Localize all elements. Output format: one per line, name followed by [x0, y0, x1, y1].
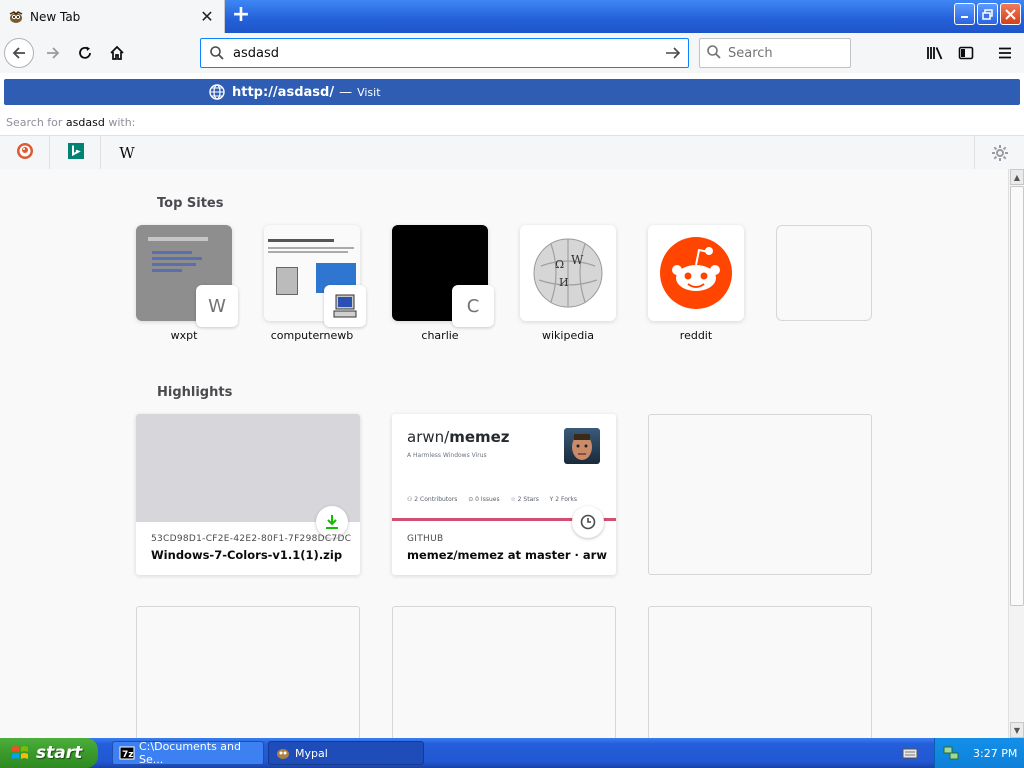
- search-icon: [706, 44, 722, 63]
- mypal-icon: [275, 745, 291, 761]
- duckduckgo-icon: [16, 142, 34, 163]
- preview-description: A Harmless Windows Virus: [407, 452, 487, 459]
- hamburger-menu-icon[interactable]: [990, 38, 1020, 68]
- search-placeholder: Search: [728, 45, 773, 61]
- top-site-tile[interactable]: computernewb: [264, 225, 366, 342]
- card-context: 53CD98D1-CF2E-42E2-80F1-7F298DC7DC1...: [151, 534, 351, 544]
- top-sites-heading: Top Sites: [157, 196, 224, 211]
- empty-highlight-slot: [648, 606, 872, 738]
- tile-label: wikipedia: [541, 329, 594, 342]
- engine-wikipedia[interactable]: W: [102, 136, 152, 169]
- stat-stars: ☆ 2 Stars: [510, 496, 539, 503]
- preview-owner: arwn/: [407, 428, 450, 446]
- bing-icon: [67, 142, 85, 163]
- empty-highlight-slot: [648, 414, 872, 575]
- forward-arrow-icon[interactable]: [38, 38, 68, 68]
- svg-text:Ω: Ω: [555, 258, 564, 271]
- start-button[interactable]: start: [0, 738, 98, 768]
- keyboard-icon[interactable]: [902, 745, 918, 761]
- tile-label: charlie: [421, 329, 459, 342]
- sidebar-icon[interactable]: [951, 38, 981, 68]
- taskbar-item-7zip[interactable]: 7z C:\Documents and Se...: [112, 740, 264, 766]
- avatar: [564, 428, 600, 464]
- engine-duckduckgo[interactable]: [0, 136, 50, 169]
- preview-repo: memez: [449, 428, 510, 446]
- visit-separator: —: [339, 84, 353, 100]
- search-for-label: Search for asdasd with:: [6, 116, 136, 129]
- title-bar: New Tab ✕ +: [0, 0, 1024, 33]
- taskbar-item-mypal[interactable]: Mypal: [268, 741, 424, 765]
- search-bar[interactable]: Search: [699, 38, 851, 68]
- system-tray: 3:27 PM: [934, 738, 1024, 768]
- scroll-up-arrow-icon[interactable]: ▲: [1010, 169, 1024, 185]
- svg-text:7z: 7z: [122, 750, 134, 760]
- taskbar-item-label: Mypal: [295, 746, 328, 760]
- engine-bing[interactable]: [51, 136, 101, 169]
- card-context: GITHUB: [407, 534, 444, 544]
- reddit-icon: [648, 225, 744, 321]
- computer-icon: [324, 285, 366, 327]
- card-title: memez/memez at master · arw...: [407, 548, 607, 562]
- card-title: Windows-7-Colors-v1.1(1).zip: [151, 548, 343, 562]
- wikipedia-globe-icon: Ω W И: [520, 225, 616, 321]
- tab-close-icon[interactable]: ✕: [196, 6, 218, 28]
- highlight-card[interactable]: arwn/memez A Harmless Windows Virus ⚇ 2 …: [392, 414, 616, 575]
- clock: 3:27 PM: [973, 746, 1018, 760]
- top-site-tile[interactable]: Ω W И wikipedia: [520, 225, 616, 342]
- visit-url-row[interactable]: http://asdasd/ — Visit: [4, 79, 1020, 105]
- highlight-card[interactable]: 53CD98D1-CF2E-42E2-80F1-7F298DC7DC1... W…: [136, 414, 360, 575]
- window-close-icon[interactable]: [1000, 3, 1021, 25]
- url-bar[interactable]: asdasd: [200, 38, 689, 68]
- empty-highlight-slot: [136, 606, 360, 738]
- top-site-tile[interactable]: W wxpt: [136, 225, 238, 342]
- reload-icon[interactable]: [70, 38, 100, 68]
- windows-taskbar: start 7z C:\Documents and Se... Mypal 3:…: [0, 738, 1024, 768]
- restore-icon[interactable]: [977, 3, 998, 25]
- stat-issues: ⊙ 0 Issues: [468, 496, 500, 503]
- search-settings-gear-icon[interactable]: [974, 136, 1024, 169]
- wikipedia-w-icon: W: [119, 143, 135, 162]
- svg-text:И: И: [559, 276, 569, 289]
- stat-forks: Y 2 Forks: [549, 496, 577, 503]
- go-arrow-icon[interactable]: [661, 41, 685, 65]
- start-label: start: [36, 743, 83, 763]
- tile-label: reddit: [679, 329, 713, 342]
- new-tab-page: Top Sites W wxpt computernewb C charlie: [0, 169, 1008, 738]
- visit-url-text: http://asdasd/: [232, 84, 335, 100]
- scroll-thumb[interactable]: [1010, 186, 1024, 606]
- home-icon[interactable]: [102, 38, 132, 68]
- tab-new-tab[interactable]: New Tab ✕: [0, 0, 225, 33]
- library-icon[interactable]: [920, 38, 950, 68]
- minimize-icon[interactable]: [954, 3, 975, 25]
- tab-title: New Tab: [30, 9, 81, 24]
- url-autocomplete-popup: http://asdasd/ — Visit Search for asdasd…: [0, 73, 1024, 169]
- tile-label: computernewb: [270, 329, 354, 342]
- globe-icon: [208, 83, 226, 101]
- mypal-favicon-icon: [8, 9, 24, 25]
- navigation-toolbar: asdasd Search: [0, 33, 1024, 73]
- 7zip-icon: 7z: [119, 745, 135, 761]
- new-tab-plus-icon[interactable]: +: [229, 4, 253, 28]
- back-arrow-icon[interactable]: [4, 38, 34, 68]
- taskbar-item-label: C:\Documents and Se...: [139, 740, 242, 766]
- one-off-search-engines: W: [0, 135, 1024, 169]
- windows-flag-icon: [12, 746, 28, 759]
- stat-contributors: ⚇ 2 Contributors: [407, 496, 458, 503]
- empty-top-site-slot: [776, 225, 872, 321]
- network-icon[interactable]: [943, 745, 959, 761]
- tile-letter-badge: C: [452, 285, 494, 327]
- search-icon: [207, 43, 227, 63]
- vertical-scrollbar[interactable]: ▲ ▼: [1008, 169, 1024, 738]
- tile-letter-badge: W: [196, 285, 238, 327]
- svg-text:W: W: [571, 253, 584, 267]
- highlights-heading: Highlights: [157, 385, 233, 400]
- top-site-tile[interactable]: reddit: [648, 225, 744, 342]
- scroll-down-arrow-icon[interactable]: ▼: [1010, 722, 1024, 738]
- empty-highlight-slot: [392, 606, 616, 738]
- tile-label: wxpt: [170, 329, 198, 342]
- url-input[interactable]: asdasd: [233, 46, 661, 61]
- visit-action-label: Visit: [357, 85, 381, 99]
- top-site-tile[interactable]: C charlie: [392, 225, 494, 342]
